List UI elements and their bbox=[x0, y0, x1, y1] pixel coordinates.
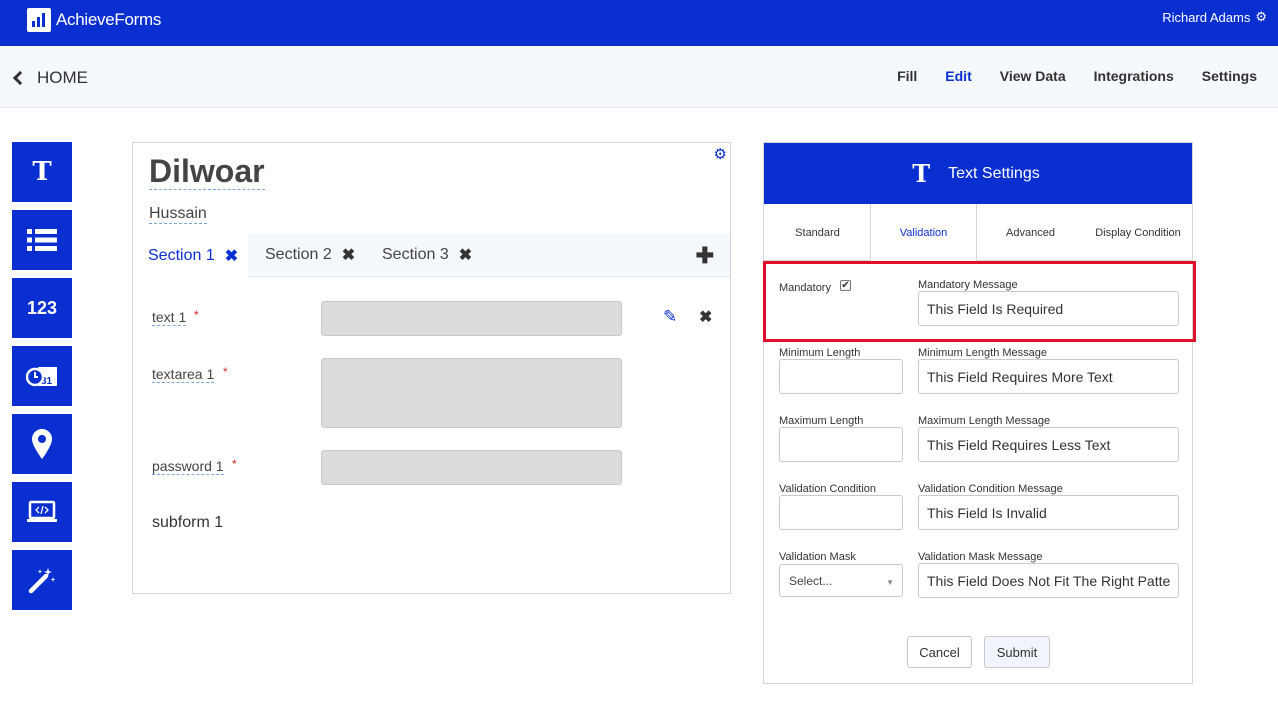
close-icon[interactable]: ✖ bbox=[342, 245, 355, 265]
tab-label: Section 1 bbox=[148, 246, 215, 264]
validation-condition-message-label: Validation Condition Message bbox=[918, 483, 1063, 495]
datetime-tool[interactable]: 31 bbox=[12, 346, 72, 406]
form-subtitle[interactable]: Hussain bbox=[149, 204, 207, 224]
validation-mask-selected: Select... bbox=[789, 573, 833, 588]
required-asterisk: * bbox=[194, 308, 199, 322]
minimum-length-message-label: Minimum Length Message bbox=[918, 347, 1048, 359]
brand[interactable]: AchieveForms bbox=[27, 8, 161, 32]
top-header: AchieveForms Richard Adams ⚙ bbox=[0, 0, 1278, 46]
validation-condition-input[interactable] bbox=[779, 495, 903, 530]
html-tool[interactable] bbox=[12, 482, 72, 542]
password-1-input-preview[interactable] bbox=[321, 450, 622, 485]
cancel-button[interactable]: Cancel bbox=[907, 636, 972, 668]
magic-wand-icon bbox=[28, 568, 56, 594]
minimum-length-label: Minimum Length bbox=[779, 347, 861, 359]
subform-label[interactable]: subform 1 bbox=[152, 514, 223, 532]
close-icon[interactable]: ✖ bbox=[459, 245, 472, 265]
field-toolbar: T 123 31 bbox=[12, 142, 72, 618]
nav-view-data[interactable]: View Data bbox=[1000, 68, 1066, 84]
pencil-edit-icon[interactable]: ✎ bbox=[663, 307, 677, 327]
text-1-input-preview[interactable] bbox=[321, 301, 622, 336]
highlight-box bbox=[763, 261, 1196, 342]
nav-links: Fill Edit View Data Integrations Setting… bbox=[869, 68, 1257, 84]
map-pin-icon bbox=[32, 429, 52, 459]
section-tabs: Section 1 ✖ Section 2 ✖ Section 3 ✖ ✚ bbox=[133, 233, 730, 278]
nav-integrations[interactable]: Integrations bbox=[1094, 68, 1174, 84]
caret-down-icon: ▼ bbox=[886, 578, 894, 587]
minimum-length-input[interactable] bbox=[779, 359, 903, 394]
text-T-icon: T bbox=[32, 157, 52, 187]
maximum-length-input[interactable] bbox=[779, 427, 903, 462]
nav-fill[interactable]: Fill bbox=[897, 68, 917, 84]
text-tool[interactable]: T bbox=[12, 142, 72, 202]
validation-mask-message-input[interactable]: This Field Does Not Fit The Right Patte bbox=[918, 563, 1179, 598]
tab-standard[interactable]: Standard bbox=[764, 204, 871, 261]
number-tool[interactable]: 123 bbox=[12, 278, 72, 338]
field-label-textarea-1[interactable]: textarea 1 bbox=[152, 366, 215, 383]
location-tool[interactable] bbox=[12, 414, 72, 474]
sub-navigation: HOME Fill Edit View Data Integrations Se… bbox=[0, 46, 1278, 108]
wizard-tool[interactable] bbox=[12, 550, 72, 610]
panel-header: T Text Settings bbox=[764, 143, 1192, 204]
tab-section-1[interactable]: Section 1 ✖ bbox=[133, 233, 248, 278]
add-section-plus-icon[interactable]: ✚ bbox=[696, 243, 714, 269]
tab-section-2[interactable]: Section 2 ✖ bbox=[265, 233, 355, 277]
laptop-code-icon bbox=[27, 500, 57, 522]
field-label-text-1[interactable]: text 1 bbox=[152, 309, 187, 326]
tab-label: Section 2 bbox=[265, 246, 332, 263]
form-title[interactable]: Dilwoar bbox=[149, 153, 265, 190]
maximum-length-label: Maximum Length bbox=[779, 415, 864, 427]
user-menu[interactable]: Richard Adams ⚙ bbox=[1162, 9, 1267, 25]
panel-title: Text Settings bbox=[948, 164, 1040, 182]
tab-display-condition[interactable]: Display Condition bbox=[1084, 204, 1192, 261]
validation-mask-message-label: Validation Mask Message bbox=[918, 551, 1043, 563]
calendar-clock-icon: 31 bbox=[26, 367, 57, 387]
user-name: Richard Adams bbox=[1162, 9, 1251, 25]
tab-label: Section 3 bbox=[382, 246, 449, 263]
close-icon[interactable]: ✖ bbox=[225, 246, 238, 266]
nav-settings[interactable]: Settings bbox=[1202, 68, 1257, 84]
validation-condition-label: Validation Condition bbox=[779, 483, 877, 495]
tab-advanced[interactable]: Advanced bbox=[977, 204, 1084, 261]
home-link[interactable]: HOME bbox=[12, 68, 88, 88]
validation-mask-select[interactable]: Select... ▼ bbox=[779, 564, 903, 597]
form-settings-gears-icon[interactable]: ⚙ bbox=[714, 145, 727, 163]
settings-tabs: Standard Validation Advanced Display Con… bbox=[764, 204, 1192, 262]
number-icon: 123 bbox=[26, 297, 58, 318]
form-canvas: Dilwoar Hussain ⚙ Section 1 ✖ Section 2 … bbox=[132, 142, 731, 594]
maximum-length-message-input[interactable]: This Field Requires Less Text bbox=[918, 427, 1179, 462]
home-label: HOME bbox=[37, 68, 88, 87]
gear-icon[interactable]: ⚙ bbox=[1255, 9, 1267, 25]
minimum-length-message-input[interactable]: This Field Requires More Text bbox=[918, 359, 1179, 394]
nav-edit[interactable]: Edit bbox=[945, 68, 971, 84]
validation-mask-label: Validation Mask bbox=[779, 551, 856, 563]
required-asterisk: * bbox=[232, 457, 237, 471]
brand-name: AchieveForms bbox=[56, 10, 162, 29]
tab-section-3[interactable]: Section 3 ✖ bbox=[382, 233, 472, 277]
textarea-1-input-preview[interactable] bbox=[321, 358, 622, 428]
required-asterisk: * bbox=[223, 365, 228, 379]
field-label-password-1[interactable]: password 1 bbox=[152, 458, 224, 475]
list-icon bbox=[27, 229, 57, 251]
close-icon[interactable]: ✖ bbox=[699, 307, 712, 327]
chevron-left-icon bbox=[12, 70, 28, 86]
list-tool[interactable] bbox=[12, 210, 72, 270]
maximum-length-message-label: Maximum Length Message bbox=[918, 415, 1051, 427]
text-T-icon: T bbox=[912, 159, 931, 188]
submit-button[interactable]: Submit bbox=[984, 636, 1050, 668]
text-settings-panel: T Text Settings Standard Validation Adva… bbox=[763, 142, 1193, 684]
bar-chart-logo-icon bbox=[27, 8, 51, 32]
validation-condition-message-input[interactable]: This Field Is Invalid bbox=[918, 495, 1179, 530]
tab-validation[interactable]: Validation bbox=[870, 204, 977, 262]
